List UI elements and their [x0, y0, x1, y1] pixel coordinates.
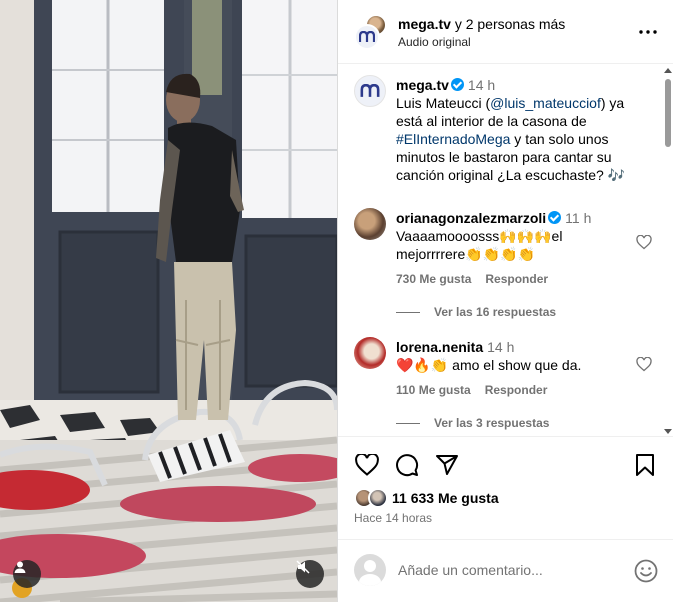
send-icon	[436, 455, 458, 475]
add-comment-bar	[338, 539, 673, 602]
heart-icon[interactable]	[636, 235, 652, 250]
caption-username[interactable]: mega.tv	[396, 77, 449, 93]
post-details-panel: mega.tv y 2 personas más Audio original …	[337, 0, 673, 602]
verified-badge-icon	[450, 78, 464, 91]
like-button[interactable]	[354, 452, 380, 478]
reply-button[interactable]: Responder	[485, 272, 548, 286]
bookmark-icon	[636, 454, 654, 476]
more-options-button[interactable]	[638, 24, 658, 40]
post-header: mega.tv y 2 personas más Audio original	[338, 0, 673, 64]
avatar[interactable]	[354, 208, 386, 240]
comment-username[interactable]: lorena.nenita	[396, 339, 483, 355]
emoji-icon[interactable]	[634, 559, 658, 583]
video-frame	[0, 0, 337, 602]
caption-time[interactable]: 14 h	[468, 77, 495, 93]
hashtag-link[interactable]: #ElInternadoMega	[396, 131, 510, 147]
avatar	[354, 554, 386, 586]
replies-divider	[396, 311, 420, 313]
comment-input[interactable]	[398, 560, 618, 580]
more-options-icon	[639, 30, 657, 34]
mega-logo-icon	[354, 24, 380, 50]
person-tag-icon	[14, 561, 26, 573]
comment-body: ❤️🔥👏 amo el show que da.	[396, 357, 582, 373]
mega-logo-icon	[360, 84, 380, 97]
scrollbar-thumb[interactable]	[665, 79, 671, 147]
comment-time[interactable]: 11 h	[565, 210, 591, 226]
mention-link[interactable]: @luis_mateucciof	[490, 95, 601, 111]
heart-icon	[355, 454, 379, 476]
reply-button[interactable]: Responder	[485, 383, 548, 397]
view-replies-label: Ver las 3 respuestas	[434, 416, 550, 430]
header-title: mega.tv y 2 personas más	[398, 16, 565, 32]
comment-body: Vaaaamoooosss🙌🙌🙌el mejorrrrere👏👏👏👏	[396, 228, 563, 262]
comment-username[interactable]: orianagonzalezmarzoli	[396, 210, 546, 226]
post-video[interactable]	[0, 0, 337, 602]
action-bar	[338, 452, 673, 482]
comment-meta: 110 Me gusta Responder	[396, 383, 561, 397]
avatar[interactable]	[354, 75, 386, 107]
audio-link[interactable]: Audio original	[398, 35, 471, 49]
comment-meta: 730 Me gusta Responder	[396, 272, 562, 286]
comment-text: orianagonzalezmarzoli 11 h Vaaaamoooosss🙌…	[396, 209, 620, 263]
mute-button[interactable]	[296, 560, 324, 588]
scrollbar[interactable]	[662, 65, 673, 436]
comment-likes[interactable]: 110 Me gusta	[396, 383, 471, 397]
comment-icon	[396, 454, 419, 477]
heart-icon[interactable]	[636, 357, 652, 372]
scroll-up-arrow-icon[interactable]	[664, 68, 672, 73]
comment-text: lorena.nenita 14 h ❤️🔥👏 amo el show que d…	[396, 338, 620, 374]
share-button[interactable]	[434, 452, 460, 478]
avatar	[368, 488, 388, 508]
view-replies-button[interactable]: Ver las 3 respuestas	[396, 416, 549, 430]
tag-button[interactable]	[13, 560, 41, 588]
replies-divider	[396, 422, 420, 424]
caption-text-part: Luis Mateucci (	[396, 95, 491, 111]
comment-button[interactable]	[394, 452, 420, 478]
header-account-link[interactable]: mega.tv	[398, 16, 451, 32]
muted-speaker-icon	[296, 560, 310, 574]
view-replies-button[interactable]: Ver las 16 respuestas	[396, 305, 556, 319]
post-timestamp[interactable]: Hace 14 horas	[354, 511, 432, 525]
collab-avatars[interactable]	[354, 14, 390, 50]
comment-time[interactable]: 14 h	[487, 339, 514, 355]
save-button[interactable]	[632, 452, 658, 478]
likes-count[interactable]: 11 633 Me gusta	[392, 490, 499, 506]
scroll-down-arrow-icon[interactable]	[664, 429, 672, 434]
caption-text: mega.tv 14 h Luis Mateucci (@luis_mateucc…	[396, 76, 654, 184]
likes-summary[interactable]: 11 633 Me gusta	[354, 487, 499, 509]
view-replies-label: Ver las 16 respuestas	[434, 305, 557, 319]
verified-badge-icon	[548, 211, 562, 224]
header-others-link[interactable]: y 2 personas más	[455, 16, 566, 32]
comments-list[interactable]: mega.tv 14 h Luis Mateucci (@luis_mateucc…	[338, 65, 673, 437]
comment-likes[interactable]: 730 Me gusta	[396, 272, 471, 286]
avatar[interactable]	[354, 337, 386, 369]
